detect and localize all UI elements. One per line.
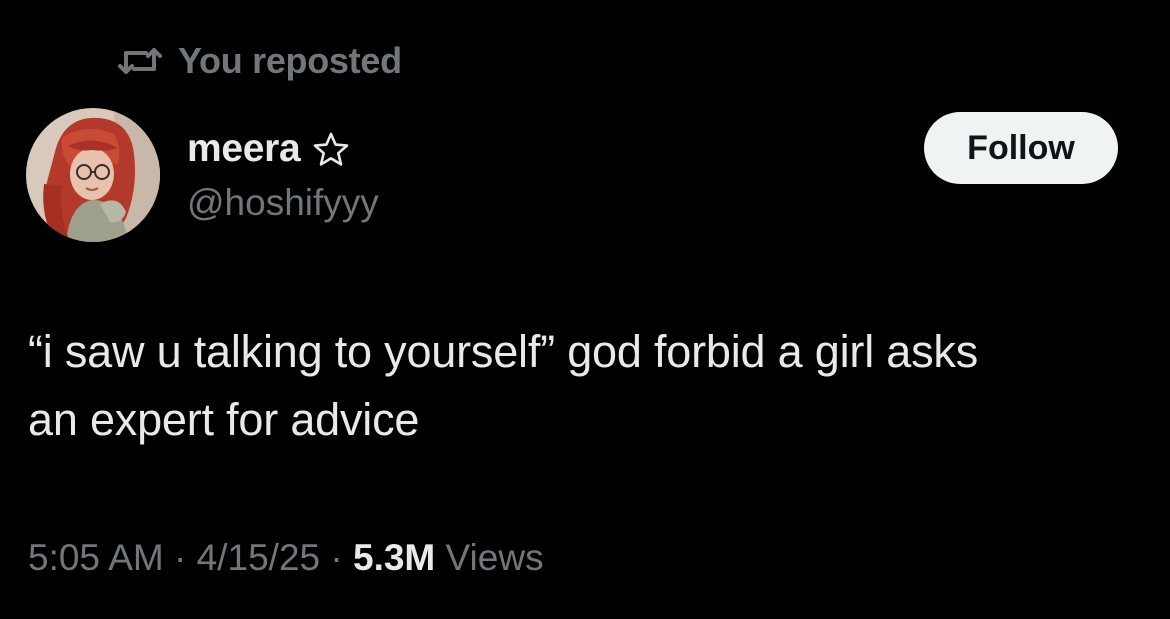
views-label: Views [435,537,544,578]
meta-separator: · [163,537,197,578]
tweet-metadata: 5:05 AM · 4/15/25 · 5.3M Views [28,533,544,583]
tweet-text: “i saw u talking to yourself” god forbid… [28,318,1148,454]
views-count[interactable]: 5.3M [353,537,435,579]
author-name-row[interactable]: meera [187,126,350,172]
tweet-text-line-2: an expert for advice [28,394,420,445]
repost-label: You reposted [178,40,402,81]
tweet-time[interactable]: 5:05 AM [28,537,164,579]
author-handle[interactable]: @hoshifyyy [187,180,379,226]
tweet-text-line-1: “i saw u talking to yourself” god forbid… [28,326,979,377]
star-outline-icon [312,131,350,167]
profile-avatar[interactable] [26,108,160,242]
tweet-date[interactable]: 4/15/25 [197,537,320,579]
repost-icon [118,46,162,76]
repost-indicator[interactable]: You reposted [118,38,402,84]
follow-button[interactable]: Follow [924,112,1118,184]
meta-separator: · [320,537,353,578]
display-name[interactable]: meera [187,127,301,171]
